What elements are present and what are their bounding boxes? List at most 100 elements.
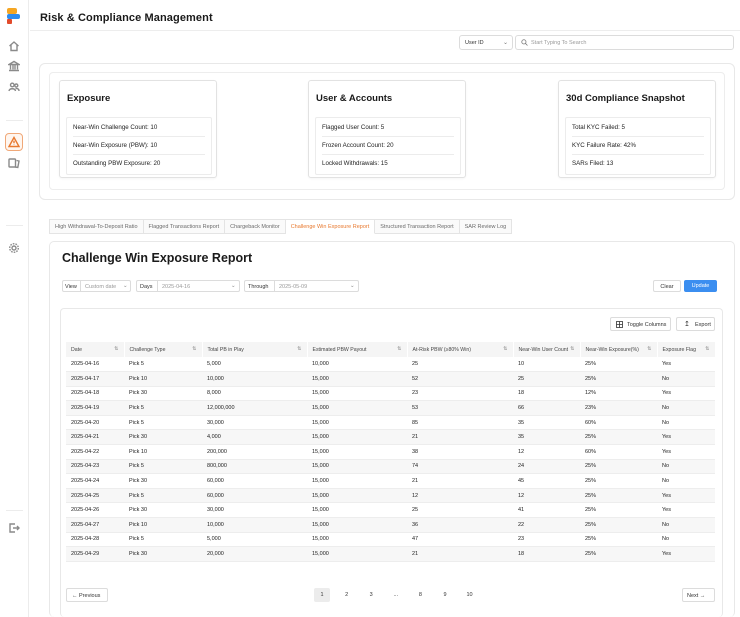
table-cell: 38 <box>407 444 513 460</box>
clear-button[interactable]: Clear <box>653 280 681 292</box>
table-cell: 25% <box>580 371 657 387</box>
table-cell: Pick 5 <box>124 459 202 475</box>
table-cell: Yes <box>657 444 715 460</box>
sort-icon: ⇅ <box>647 346 652 352</box>
table-cell: 36 <box>407 517 513 533</box>
table-cell: 2025-04-17 <box>66 371 124 387</box>
page-button[interactable]: 10 <box>462 588 478 602</box>
tab-high-withdrawal[interactable]: High Withdrawal-To-Deposit Ratio <box>49 219 144 234</box>
table-cell: 12 <box>513 444 580 460</box>
table-cell: 66 <box>513 400 580 416</box>
card-row: Near-Win Challenge Count: 10 <box>73 124 158 131</box>
chevron-down-icon: ⌄ <box>502 40 508 46</box>
column-header-estimated-pbw[interactable]: Estimated PBW Payout ⇅ <box>307 342 408 357</box>
table-row: 2025-04-25 Pick 5 60,000 15,000 12 12 25% Yes <box>66 488 715 504</box>
table-cell: 21 <box>407 429 513 446</box>
chevron-down-icon: ⌄ <box>123 283 128 289</box>
table-cell: No <box>657 400 715 416</box>
tab-structured-transaction[interactable]: Structured Transaction Report <box>375 219 460 234</box>
table-cell: Pick 5 <box>124 400 202 416</box>
tab-flagged-transactions[interactable]: Flagged Transactions Report <box>143 219 226 234</box>
tab-sar-review-log[interactable]: SAR Review Log <box>459 219 513 234</box>
table-row: 2025-04-19 Pick 5 12,000,000 15,000 53 66 23% N… <box>66 400 715 416</box>
column-header-date[interactable]: Date ⇅ <box>66 342 125 357</box>
table-cell: 2025-04-20 <box>66 415 124 431</box>
page-button[interactable]: 8 <box>412 588 428 602</box>
table-cell: 23% <box>580 400 657 416</box>
compliance-snapshot-card: 30d Compliance Snapshot Total KYC Failed… <box>558 80 716 178</box>
next-page-button[interactable]: Next → <box>682 588 715 602</box>
table-cell: Pick 5 <box>124 415 202 431</box>
table-cell: 45 <box>513 473 580 489</box>
table-cell: 200,000 <box>202 444 307 460</box>
sort-icon: ⇅ <box>705 346 710 352</box>
settings-icon[interactable] <box>6 240 22 256</box>
table-cell: Pick 10 <box>124 371 202 387</box>
table-cell: Yes <box>657 386 715 402</box>
days-filter[interactable]: Days 2025-04-16 ⌄ <box>136 280 240 292</box>
tab-chargeback-monitor[interactable]: Chargeback Monitor <box>225 219 286 234</box>
table-cell: 800,000 <box>202 459 307 475</box>
previous-page-button[interactable]: ← Previous <box>66 588 108 602</box>
table-cell: 15,000 <box>307 517 407 533</box>
home-icon[interactable] <box>6 38 22 54</box>
card-row: Flagged User Count: 5 <box>322 124 385 131</box>
table-cell: 15,000 <box>307 473 407 489</box>
table-cell: 8,000 <box>202 386 307 402</box>
days-label: Days <box>140 284 153 290</box>
update-button[interactable]: Update <box>684 280 717 292</box>
page-button[interactable]: 2 <box>339 588 355 602</box>
toggle-columns-label: Toggle Columns <box>627 322 667 328</box>
table-cell: Pick 30 <box>124 429 202 446</box>
table-cell: 60% <box>580 444 657 460</box>
page-button[interactable]: 9 <box>437 588 453 602</box>
cards-icon[interactable] <box>6 155 22 171</box>
page-button[interactable]: 3 <box>363 588 379 602</box>
through-filter[interactable]: Through 2025-05-09 ⌄ <box>244 280 359 292</box>
card-row: KYC Failure Rate: 42% <box>572 142 636 149</box>
warning-icon[interactable] <box>5 133 23 151</box>
search-input[interactable]: Start Typing To Search <box>515 35 734 50</box>
table-cell: 21 <box>407 546 513 562</box>
chevron-down-icon: ⌄ <box>231 283 236 289</box>
table-cell: 25% <box>580 488 657 504</box>
table-cell: 25% <box>580 517 657 533</box>
column-header-at-risk-pbw[interactable]: At-Risk PBW (≥80% Win) ⇅ <box>407 342 514 357</box>
card-row: Frozen Account Count: 20 <box>322 142 394 149</box>
table-cell: No <box>657 517 715 533</box>
table-cell: Pick 30 <box>124 386 202 402</box>
column-header-exposure-flag[interactable]: Exposure Flag ⇅ <box>657 342 716 357</box>
toggle-columns-button[interactable]: Toggle Columns <box>610 317 671 331</box>
view-filter[interactable]: View Custom date ⌄ <box>62 280 131 292</box>
column-header-near-win-exposure[interactable]: Near-Win Exposure(%) ⇅ <box>580 342 658 357</box>
table-cell: 30,000 <box>202 502 307 519</box>
table-cell: 21 <box>407 473 513 489</box>
table-cell: 18 <box>513 546 580 562</box>
card-body: Flagged User Count: 5 Frozen Account Cou… <box>315 117 461 175</box>
table-cell: 2025-04-25 <box>66 488 124 504</box>
exposure-card: Exposure Near-Win Challenge Count: 10 Ne… <box>59 80 217 178</box>
app-logo-icon[interactable] <box>7 8 21 24</box>
logout-icon[interactable] <box>6 520 22 536</box>
table-cell: 2025-04-28 <box>66 532 124 548</box>
export-button[interactable]: ↥ Export <box>676 317 715 331</box>
page-title: Risk & Compliance Management <box>40 12 213 24</box>
page-button[interactable]: 1 <box>314 588 330 602</box>
tab-challenge-win-exposure[interactable]: Challenge Win Exposure Report <box>285 219 376 234</box>
next-label: Next <box>687 593 699 599</box>
pagination: 1 2 3... 8 9 10 <box>314 588 486 602</box>
column-header-total-pb[interactable]: Total PB in Play ⇅ <box>202 342 308 357</box>
users-icon[interactable] <box>6 79 22 95</box>
table-cell: 25% <box>580 532 657 548</box>
bank-icon[interactable] <box>6 58 22 74</box>
table-cell: 47 <box>407 532 513 548</box>
column-header-near-win-users[interactable]: Near-Win User Count ⇅ <box>513 342 581 357</box>
column-header-challenge-type[interactable]: Challenge Type ⇅ <box>124 342 203 357</box>
table-cell: Pick 30 <box>124 502 202 519</box>
arrow-left-icon: ← <box>72 593 80 599</box>
table-cell: 35 <box>513 429 580 446</box>
table-cell: Pick 30 <box>124 546 202 562</box>
search-field-select[interactable]: User ID ⌄ <box>459 35 513 50</box>
card-row: SARs Filed: 13 <box>572 160 614 167</box>
table-row: 2025-04-16 Pick 5 5,000 10,000 25 10 25% Yes <box>66 357 715 373</box>
